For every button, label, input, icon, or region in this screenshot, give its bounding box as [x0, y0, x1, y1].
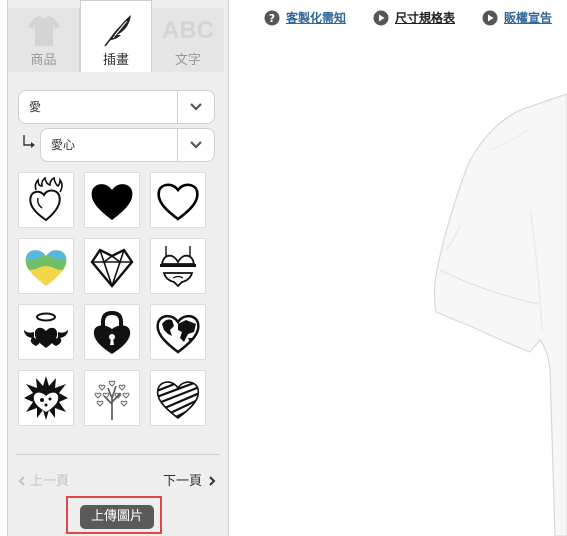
tab-text-label: 文字: [174, 53, 201, 68]
outline-heart-icon: [157, 183, 199, 221]
heart-tree-icon: [94, 380, 130, 420]
tab-products-label: 商品: [30, 53, 57, 68]
prev-page-link: 上一頁: [18, 470, 69, 489]
world-map-heart-icon: [156, 314, 200, 354]
design-tabs: 商品 插畫 ABC 文字: [8, 0, 230, 72]
tab-illustrations[interactable]: 插畫: [80, 0, 152, 72]
tab-text[interactable]: ABC 文字: [152, 8, 224, 72]
tshirt-icon: [8, 14, 79, 48]
clipart-item[interactable]: [84, 238, 140, 294]
clipart-item[interactable]: [18, 370, 74, 426]
tshirt-preview: [433, 93, 567, 536]
subcategory-select[interactable]: 愛心: [40, 128, 215, 162]
angel-hearts-icon: [24, 312, 68, 348]
clipart-item[interactable]: [150, 304, 206, 360]
clipart-item[interactable]: [150, 238, 206, 294]
svg-text:?: ?: [269, 12, 275, 25]
pager: 上一頁 下一頁: [8, 468, 228, 490]
burst-heart-icon: [24, 376, 68, 420]
question-icon: ?: [264, 10, 280, 26]
gem-heart-icon: [90, 248, 134, 288]
scribble-heart-icon: [156, 381, 200, 420]
subcategory-select-value: 愛心: [51, 138, 76, 152]
chevron-down-icon: [190, 141, 202, 149]
heart-padlock-icon: [93, 310, 131, 354]
clipart-item[interactable]: [18, 238, 74, 294]
category-dropdown-button[interactable]: [177, 91, 214, 123]
upload-image-button[interactable]: 上傳圖片: [80, 505, 154, 529]
next-page-link[interactable]: 下一頁: [163, 470, 216, 489]
feather-icon: [81, 13, 151, 47]
clipart-item[interactable]: [150, 370, 206, 426]
solid-heart-icon: [91, 184, 133, 220]
clipart-item[interactable]: [84, 370, 140, 426]
category-select-value: 愛: [29, 100, 42, 114]
clipart-item[interactable]: [150, 172, 206, 228]
abc-icon: ABC: [162, 17, 214, 44]
clipart-item[interactable]: [18, 172, 74, 228]
flaming-heart-icon: [29, 176, 63, 222]
subcategory-dropdown-button[interactable]: [177, 129, 214, 161]
upload-highlight-box: 上傳圖片: [66, 496, 162, 534]
clipart-item[interactable]: [84, 172, 140, 228]
clipart-item[interactable]: [18, 304, 74, 360]
design-panel: 商品 插畫 ABC 文字 愛 愛心 上一頁 下一頁 上傳圖片: [7, 0, 229, 536]
chevron-left-icon: [18, 476, 25, 486]
chevron-down-icon: [190, 103, 202, 111]
tab-products[interactable]: 商品: [8, 8, 80, 72]
clipart-item[interactable]: [84, 304, 140, 360]
illustration-browser: 愛 愛心 上一頁 下一頁 上傳圖片: [8, 72, 228, 536]
subcategory-indent-arrow-icon: [23, 135, 35, 148]
play-icon: [482, 10, 498, 26]
lingerie-icon: [160, 246, 196, 288]
tab-illustrations-label: 插畫: [102, 53, 129, 68]
play-icon: [373, 10, 389, 26]
category-select[interactable]: 愛: [18, 90, 215, 124]
pager-separator: [16, 454, 220, 455]
chevron-right-icon: [209, 476, 216, 486]
wavy-colored-heart-icon: [25, 250, 67, 286]
